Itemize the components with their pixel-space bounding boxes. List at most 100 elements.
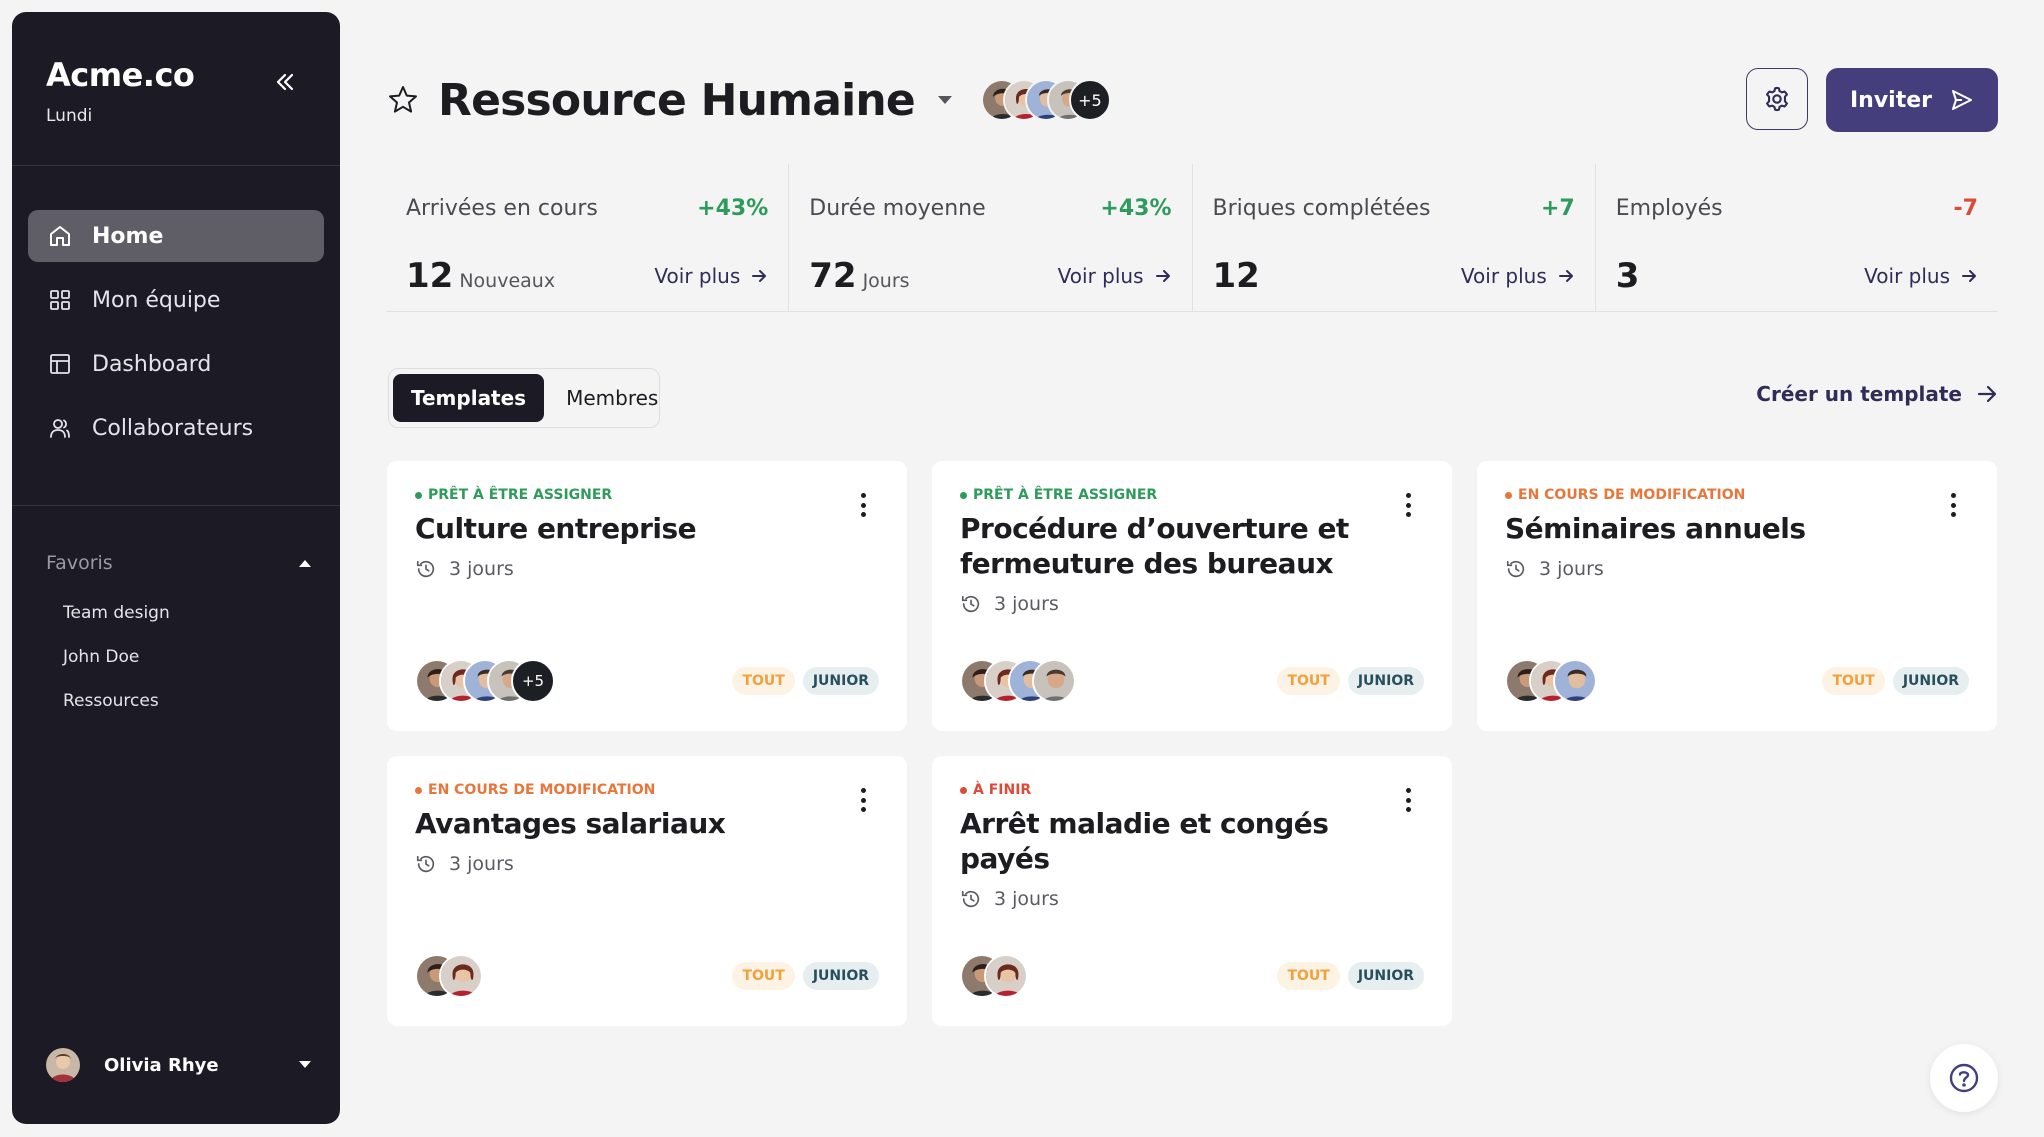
card-title: Séminaires annuels (1505, 512, 1806, 545)
status-badge: EN COURS DE MODIFICATION (415, 782, 879, 798)
card-duration: 3 jours (960, 888, 1424, 910)
card-duration: 3 jours (1505, 558, 1969, 580)
stats-row: Arrivées en cours +43% 12 Nouveaux Voir p… (386, 164, 1998, 312)
home-icon (46, 222, 74, 250)
brand-subtitle: Lundi (46, 106, 93, 126)
caret-down-icon[interactable] (937, 95, 953, 105)
history-icon (961, 890, 980, 908)
tag-tout: TOUT (1822, 667, 1885, 695)
stat-delta: +7 (1541, 195, 1575, 221)
card-menu-button[interactable] (1398, 493, 1418, 517)
tag-tout: TOUT (1277, 667, 1340, 695)
see-more-label: Voir plus (1057, 264, 1144, 288)
arrow-right-icon (752, 270, 767, 282)
see-more-link[interactable]: Voir plus (1864, 264, 1978, 288)
history-icon (1506, 560, 1525, 578)
arrow-right-icon (1558, 270, 1573, 282)
stat-label: Arrivées en cours (406, 195, 598, 221)
team-avatars[interactable]: +5 (980, 79, 1111, 121)
page-header: Ressource Humaine +5 (386, 68, 1111, 132)
card-tags: TOUT JUNIOR (1277, 667, 1424, 695)
template-card[interactable]: PRÊT À ÊTRE ASSIGNER Culture entreprise … (387, 461, 907, 731)
template-card[interactable]: PRÊT À ÊTRE ASSIGNER Procédure d’ouvertu… (932, 461, 1452, 731)
template-card[interactable]: EN COURS DE MODIFICATION Séminaires annu… (1477, 461, 1997, 731)
status-badge: PRÊT À ÊTRE ASSIGNER (960, 487, 1424, 503)
sidebar-item-mon-equipe[interactable]: Mon équipe (28, 274, 324, 326)
brand: Acme.co Lundi (46, 56, 195, 126)
more-members-badge: +5 (1068, 79, 1111, 121)
sidebar-item-label: Collaborateurs (92, 415, 254, 441)
tag-junior: JUNIOR (1892, 667, 1969, 695)
stat-value: 12 (1213, 256, 1260, 296)
tab-membres[interactable]: Membres (548, 374, 676, 422)
template-card[interactable]: À FINIR Arrêt maladie et congés payés 3 … (932, 756, 1452, 1026)
caret-down-icon (299, 1061, 311, 1068)
invite-label: Inviter (1849, 87, 1933, 113)
user-name: Olivia Rhye (104, 1054, 219, 1076)
card-title: Culture entreprise (415, 512, 697, 545)
tag-tout: TOUT (1277, 962, 1340, 990)
tag-junior: JUNIOR (802, 962, 879, 990)
create-template-link[interactable]: Créer un template (1756, 382, 1998, 406)
caret-up-icon (299, 560, 311, 567)
see-more-link[interactable]: Voir plus (1461, 264, 1575, 288)
status-badge: PRÊT À ÊTRE ASSIGNER (415, 487, 879, 503)
card-menu-button[interactable] (853, 788, 873, 812)
help-button[interactable] (1930, 1044, 1998, 1112)
stat-label: Briques complétées (1212, 195, 1431, 221)
page-title: Ressource Humaine (438, 74, 916, 126)
card-title: Avantages salariaux (415, 807, 726, 840)
send-icon (1952, 90, 1973, 110)
card-avatars (415, 954, 483, 998)
card-menu-button[interactable] (1943, 493, 1963, 517)
stat-label: Durée moyenne (809, 195, 986, 221)
stat-card: Briques complétées +7 12 Voir plus (1193, 164, 1596, 311)
collapse-sidebar-button[interactable] (267, 64, 303, 100)
status-label: EN COURS DE MODIFICATION (428, 782, 656, 798)
sidebar-item-collaborateurs[interactable]: Collaborateurs (28, 402, 324, 454)
tab-group: Templates Membres (388, 368, 660, 428)
see-more-label: Voir plus (1864, 264, 1950, 288)
status-dot (415, 786, 422, 794)
sidebar-item-dashboard[interactable]: Dashboard (28, 338, 324, 390)
stat-value: 72 Jours (809, 256, 909, 296)
question-icon (1949, 1063, 1979, 1093)
card-tags: TOUT JUNIOR (1277, 962, 1424, 990)
status-label: EN COURS DE MODIFICATION (1518, 487, 1746, 503)
card-duration: 3 jours (415, 853, 879, 875)
favorite-item[interactable]: John Doe (63, 642, 170, 686)
gear-icon (1766, 86, 1788, 112)
stat-value: 3 (1616, 256, 1640, 296)
status-dot (960, 786, 967, 794)
status-dot (960, 491, 967, 499)
template-card[interactable]: EN COURS DE MODIFICATION Avantages salar… (387, 756, 907, 1026)
duration-label: 3 jours (1539, 558, 1604, 580)
grid-icon (46, 286, 74, 314)
status-badge: À FINIR (960, 782, 1424, 798)
invite-button[interactable]: Inviter (1826, 68, 1998, 132)
card-avatars: +5 (415, 659, 555, 703)
settings-button[interactable] (1746, 68, 1808, 130)
favorite-item[interactable]: Ressources (63, 686, 170, 730)
card-avatars (960, 659, 1076, 703)
card-menu-button[interactable] (1398, 788, 1418, 812)
status-badge: EN COURS DE MODIFICATION (1505, 487, 1969, 503)
sidebar-divider (12, 165, 340, 166)
sidebar-item-label: Dashboard (92, 351, 212, 377)
tab-templates[interactable]: Templates (393, 374, 545, 422)
star-icon[interactable] (386, 83, 420, 117)
tag-junior: JUNIOR (1347, 667, 1424, 695)
stat-label: Employés (1615, 195, 1723, 221)
stat-card: Employés -7 3 Voir plus (1596, 164, 1998, 311)
see-more-link[interactable]: Voir plus (654, 264, 768, 288)
see-more-link[interactable]: Voir plus (1058, 264, 1172, 288)
card-menu-button[interactable] (853, 493, 873, 517)
brand-name: Acme.co (46, 56, 195, 94)
tag-tout: TOUT (732, 962, 795, 990)
sidebar-item-home[interactable]: Home (28, 210, 324, 262)
stat-number: 72 (809, 256, 857, 296)
avatar (439, 954, 483, 998)
favorites-toggle[interactable]: Favoris (46, 552, 312, 574)
user-menu[interactable]: Olivia Rhye (46, 1046, 312, 1084)
favorite-item[interactable]: Team design (63, 598, 170, 642)
